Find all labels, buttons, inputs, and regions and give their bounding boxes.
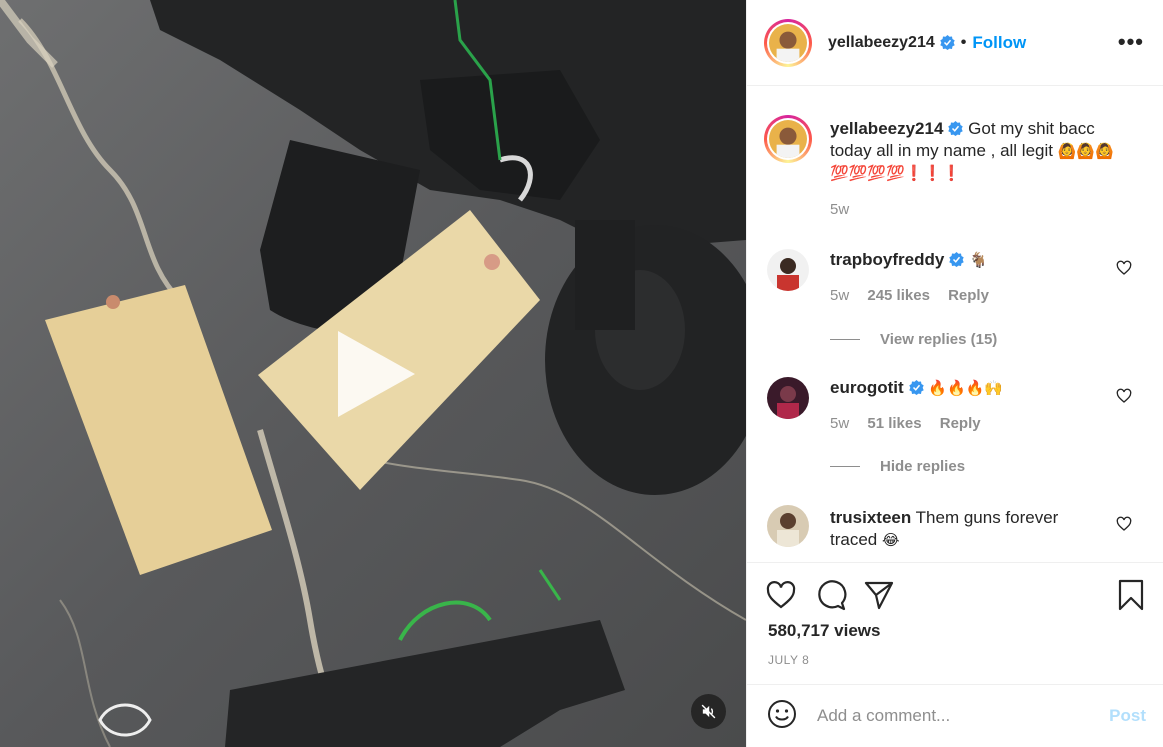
comment-meta: 5w 245 likes Reply (830, 287, 1003, 304)
comment-input[interactable] (817, 703, 1097, 729)
caption-meta: 5w (830, 201, 863, 218)
bookmark-icon[interactable] (1115, 579, 1147, 611)
comment-body: trapboyfreddy 🐐 (830, 249, 1110, 271)
post-actions: 580,717 views JULY 8 (747, 562, 1163, 684)
follow-button[interactable]: Follow (972, 33, 1026, 53)
view-replies-button[interactable]: View replies (15) (830, 331, 997, 348)
comment-meta: 5w 51 likes Reply (830, 415, 995, 432)
heart-icon[interactable] (765, 579, 797, 611)
post-video[interactable] (0, 0, 746, 747)
comment-username[interactable]: eurogotit (830, 378, 904, 397)
speaker-muted-icon (701, 704, 716, 719)
verified-badge-icon (948, 121, 964, 136)
comment-emojis: 😂 (881, 531, 900, 549)
author-avatar[interactable] (764, 18, 812, 67)
comment-time[interactable]: 5w (830, 287, 849, 304)
hide-replies-button[interactable]: Hide replies (830, 458, 965, 475)
comment-username[interactable]: trusixteen (830, 508, 911, 527)
add-comment-bar: Post (747, 684, 1163, 747)
commenter-avatar[interactable] (767, 505, 809, 547)
verified-badge-icon (908, 380, 924, 395)
post-sidebar: yellabeezy214 • Follow ••• yellabeezy214… (746, 0, 1163, 747)
avatar-photo (769, 120, 807, 158)
more-options-icon[interactable]: ••• (1118, 31, 1144, 53)
play-icon[interactable] (330, 329, 420, 419)
comment-like-heart-icon[interactable] (1116, 260, 1132, 276)
comment-likes[interactable]: 51 likes (867, 415, 921, 432)
caption-username[interactable]: yellabeezy214 (830, 119, 943, 138)
separator-dot: • (960, 33, 967, 51)
paper-plane-icon[interactable] (863, 579, 895, 611)
view-replies-label: View replies (15) (880, 331, 998, 348)
replies-divider (830, 339, 860, 340)
smiley-icon[interactable] (767, 699, 797, 729)
comment-likes[interactable]: 245 likes (867, 287, 930, 304)
author-username[interactable]: yellabeezy214 (828, 34, 935, 52)
commenter-avatar[interactable] (767, 249, 809, 291)
view-count[interactable]: 580,717 views (768, 621, 880, 641)
reply-button[interactable]: Reply (948, 287, 989, 304)
post-comment-button[interactable]: Post (1109, 706, 1146, 726)
caption-body: yellabeezy214 Got my shit bacc today all… (830, 118, 1120, 184)
comment-body: eurogotit 🔥🔥🔥🙌 (830, 377, 1110, 399)
post-date[interactable]: JULY 8 (768, 653, 809, 667)
comment-like-heart-icon[interactable] (1116, 516, 1132, 532)
caption-avatar[interactable] (764, 115, 812, 163)
avatar-photo (769, 23, 807, 62)
comment-body: trusixteen Them guns forever traced 😂 (830, 507, 1110, 551)
caption-time[interactable]: 5w (830, 201, 849, 218)
post-header: yellabeezy214 • Follow ••• (747, 0, 1163, 86)
reply-button[interactable]: Reply (940, 415, 981, 432)
comment-like-heart-icon[interactable] (1116, 388, 1132, 404)
verified-badge-icon (940, 35, 955, 50)
commenter-avatar[interactable] (767, 377, 809, 419)
verified-badge-icon (949, 252, 964, 267)
comment-bubble-icon[interactable] (815, 579, 847, 611)
comment-emojis: 🔥🔥🔥🙌 (928, 379, 1004, 397)
comment-username[interactable]: trapboyfreddy (830, 250, 944, 269)
mute-button[interactable] (691, 694, 726, 729)
replies-divider (830, 466, 860, 467)
instagram-post: yellabeezy214 • Follow ••• yellabeezy214… (0, 0, 1163, 747)
hide-replies-label: Hide replies (880, 458, 966, 475)
comment-time[interactable]: 5w (830, 415, 849, 432)
comments-list[interactable]: yellabeezy214 Got my shit bacc today all… (747, 87, 1163, 562)
comment-emojis: 🐐 (969, 251, 988, 269)
